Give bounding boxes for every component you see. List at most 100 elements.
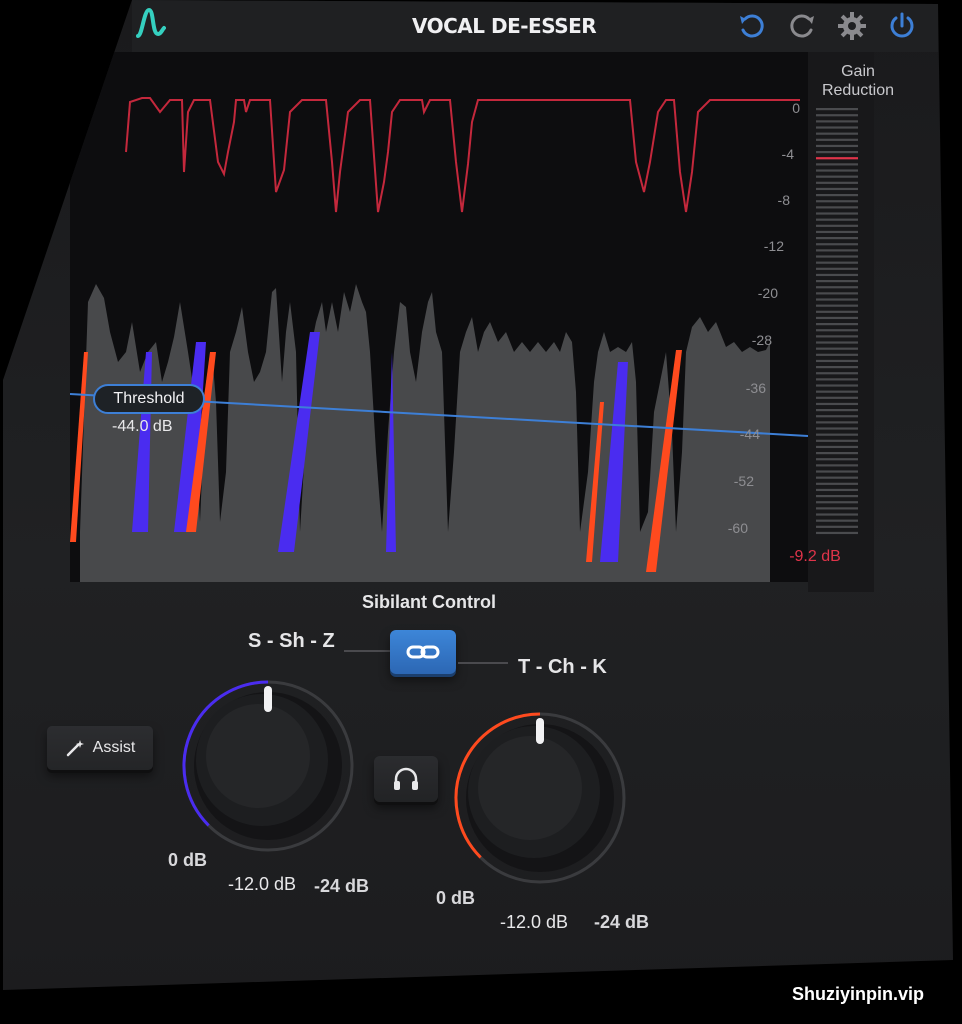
- meter-segment: [816, 249, 858, 252]
- scale-label: -20: [757, 285, 778, 301]
- t-knob-min-label: 0 dB: [436, 888, 476, 908]
- gain-reduction-meter: [816, 108, 858, 535]
- meter-segment: [816, 181, 858, 184]
- meter-segment: [816, 323, 858, 326]
- meter-segment: [816, 353, 858, 356]
- link-connector-left: [344, 650, 390, 652]
- s-knob-value: -12.0 dB: [228, 874, 297, 894]
- meter-segment: [816, 439, 858, 442]
- assist-button[interactable]: Assist: [47, 726, 153, 770]
- meter-segment: [816, 501, 858, 504]
- meter-segment: [816, 120, 858, 123]
- redo-icon[interactable]: [786, 10, 818, 42]
- meter-segment: [816, 378, 858, 381]
- meter-segment: [816, 470, 858, 473]
- scale-label: -36: [745, 380, 766, 396]
- scale-label: -60: [727, 520, 748, 536]
- meter-segment: [816, 372, 858, 375]
- gain-reduction-trace: [125, 97, 800, 213]
- meter-segment: [816, 292, 858, 295]
- power-icon[interactable]: [886, 10, 918, 42]
- meter-segment: [816, 341, 858, 344]
- meter-segment: [816, 525, 858, 528]
- undo-icon[interactable]: [736, 10, 768, 42]
- threshold-value: -44.0 dB: [112, 418, 173, 435]
- meter-segment: [816, 108, 858, 111]
- meter-segment: [816, 347, 858, 350]
- meter-segment: [816, 114, 858, 117]
- meter-segment: [816, 409, 858, 412]
- plugin-window: 0 -4 -8 -12 -20 -28 -36 -44 -52 -60 Thre…: [3, 0, 953, 990]
- t-knob-value: -12.0 dB: [500, 912, 569, 932]
- spectrum-display: [69, 52, 809, 582]
- meter-segment: [816, 206, 858, 209]
- settings-gear-icon[interactable]: [836, 10, 868, 42]
- band-left-label: S - Sh - Z: [248, 630, 335, 652]
- scale-label: 0: [792, 100, 800, 116]
- t-knob-max-label: -24 dB: [594, 912, 650, 932]
- scale-label: -52: [733, 473, 754, 489]
- meter-segment: [816, 224, 858, 227]
- scale-label: -28: [751, 332, 772, 348]
- meter-segment: [816, 482, 858, 485]
- meter-segment: [816, 531, 858, 535]
- meter-segment: [816, 495, 858, 498]
- s-knob-max-label: -24 dB: [314, 876, 370, 896]
- meter-segment: [816, 310, 858, 313]
- listen-button[interactable]: [374, 756, 438, 802]
- scale-label: -44: [739, 426, 760, 442]
- meter-segment: [816, 519, 858, 522]
- meter-segment: [816, 415, 858, 418]
- scale-label: -4: [781, 146, 794, 162]
- meter-segment: [816, 273, 858, 277]
- meter-segment: [816, 230, 858, 234]
- meter-segment: [816, 421, 858, 424]
- t-ch-k-reduction-knob[interactable]: [442, 700, 638, 896]
- gain-reduction-title-line1: Gain: [841, 63, 875, 80]
- meter-segment: [816, 445, 858, 449]
- meter-segment: [816, 488, 858, 492]
- meter-segment: [816, 329, 858, 332]
- threshold-handle[interactable]: Threshold: [93, 384, 205, 414]
- meter-segment: [816, 513, 858, 516]
- meter-segment: [816, 452, 858, 455]
- meter-segment: [816, 237, 858, 240]
- meter-segment: [816, 255, 858, 258]
- meter-segment: [816, 126, 858, 129]
- meter-segment: [816, 200, 858, 203]
- gain-reduction-value: -9.2 dB: [789, 548, 841, 565]
- meter-segment: [816, 366, 858, 369]
- headphones-icon: [394, 767, 418, 790]
- meter-segment: [816, 163, 858, 166]
- meter-segment: [816, 280, 858, 283]
- meter-segment: [816, 151, 858, 154]
- meter-segment: [816, 464, 858, 467]
- magic-wand-icon: [66, 740, 84, 757]
- plugin-title: VOCAL DE-ESSER: [412, 14, 597, 38]
- link-icon: [406, 645, 440, 659]
- meter-segment: [816, 243, 858, 246]
- meter-segment: [816, 194, 858, 197]
- meter-segment: [816, 138, 858, 141]
- band-link-button[interactable]: [390, 630, 456, 674]
- assist-button-label: Assist: [92, 739, 136, 756]
- meter-segment: [816, 298, 858, 301]
- meter-segment: [816, 476, 858, 479]
- meter-segment: [816, 402, 858, 406]
- meter-segment: [816, 169, 858, 172]
- meter-segment: [816, 396, 858, 399]
- meter-segment: [816, 390, 858, 393]
- meter-segment: [816, 427, 858, 430]
- waveform-graph: [69, 97, 809, 582]
- s-knob-min-label: 0 dB: [168, 850, 208, 870]
- section-title: Sibilant Control: [362, 592, 496, 612]
- meter-segment: [816, 175, 858, 178]
- meter-segment: [816, 316, 858, 320]
- meter-segment: [816, 286, 858, 289]
- meter-segment: [816, 132, 858, 135]
- meter-segment: [816, 359, 858, 363]
- meter-segment: [816, 144, 858, 148]
- meter-segment: [816, 458, 858, 461]
- s-sh-z-reduction-knob[interactable]: [170, 668, 366, 864]
- gain-reduction-level-marker: [816, 157, 858, 160]
